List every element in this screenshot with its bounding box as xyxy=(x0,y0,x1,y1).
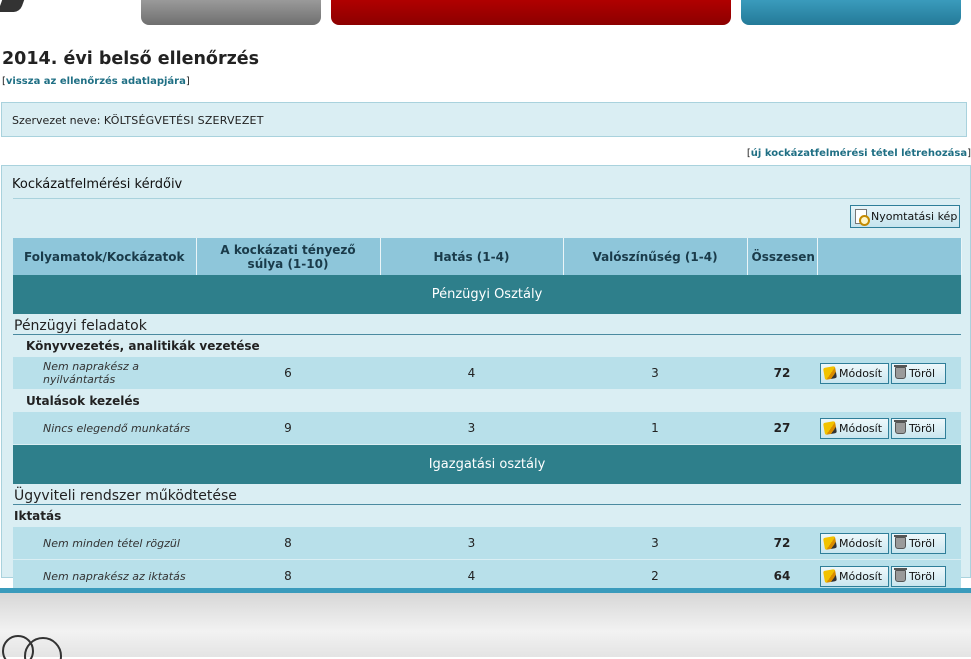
top-nav-tab-blue[interactable] xyxy=(741,0,961,25)
column-header-actions xyxy=(817,238,962,275)
page-title: 2014. évi belső ellenőrzés xyxy=(2,49,260,69)
impact-value: 3 xyxy=(380,527,563,560)
organization-label: Szervezet neve: xyxy=(12,114,101,127)
edit-button[interactable]: Módosít xyxy=(820,532,889,554)
edit-button[interactable]: Módosít xyxy=(820,362,889,384)
edit-button[interactable]: Módosít xyxy=(820,565,889,587)
process-group-name: Pénzügyi feladatok xyxy=(13,314,961,335)
process-group-row: Ügyviteli rendszer működtetése xyxy=(13,484,961,505)
new-risk-item-link[interactable]: új kockázatfelmérési tétel létrehozása xyxy=(751,148,967,159)
process-group-name: Ügyviteli rendszer működtetése xyxy=(13,484,961,505)
trash-icon xyxy=(894,420,907,434)
delete-label: Töröl xyxy=(909,421,936,435)
edit-label: Módosít xyxy=(839,569,883,583)
trash-icon xyxy=(894,535,907,549)
subprocess-name: Iktatás xyxy=(14,509,62,523)
top-nav-tab-gray[interactable] xyxy=(141,0,321,25)
weight-value: 6 xyxy=(196,357,380,390)
row-actions: Módosít Töröl xyxy=(817,357,961,390)
risk-name: Nem minden tétel rögzül xyxy=(13,527,196,560)
department-name: Pénzügyi Osztály xyxy=(13,275,961,314)
delete-button[interactable]: Töröl xyxy=(891,362,946,384)
panel-divider xyxy=(13,198,960,199)
risk-name: Nincs elegendő munkatárs xyxy=(13,412,196,445)
edit-button[interactable]: Módosít xyxy=(820,417,889,439)
risk-questionnaire-panel: Kockázatfelmérési kérdőiv Nyomtatási kép… xyxy=(1,165,971,593)
subprocess-name: Könyvvezetés, analitikák vezetése xyxy=(26,339,260,353)
column-header-weight[interactable]: A kockázati tényező súlya (1-10) xyxy=(196,238,381,275)
delete-label: Töröl xyxy=(909,569,936,583)
delete-button[interactable]: Töröl xyxy=(891,565,946,587)
column-header-impact[interactable]: Hatás (1-4) xyxy=(380,238,564,275)
risk-table: Folyamatok/Kockázatok A kockázati tényez… xyxy=(13,238,962,593)
department-name: Igazgatási osztály xyxy=(13,444,961,484)
footer xyxy=(0,593,971,659)
department-row: Pénzügyi Osztály xyxy=(13,275,961,314)
weight-value: 8 xyxy=(196,527,380,560)
edit-label: Módosít xyxy=(839,366,883,380)
total-value: 27 xyxy=(747,412,817,445)
delete-label: Töröl xyxy=(909,536,936,550)
pencil-icon xyxy=(823,569,837,583)
edit-label: Módosít xyxy=(839,421,883,435)
pencil-icon xyxy=(823,536,837,550)
column-header-processes[interactable]: Folyamatok/Kockázatok xyxy=(13,238,197,275)
row-actions: Módosít Töröl xyxy=(817,527,961,560)
pencil-icon xyxy=(823,421,837,435)
delete-button[interactable]: Töröl xyxy=(891,532,946,554)
back-link-wrapper: [vissza az ellenőrzés adatlapjára] xyxy=(2,76,190,87)
column-header-probability[interactable]: Valószínűség (1-4) xyxy=(563,238,748,275)
print-preview-icon xyxy=(855,209,870,226)
probability-value: 1 xyxy=(563,412,747,445)
probability-value: 3 xyxy=(563,527,747,560)
footer-logo xyxy=(2,629,62,659)
new-item-link-wrapper: [új kockázatfelmérési tétel létrehozása] xyxy=(746,148,971,159)
table-row: Nem naprakész a nyilvántartás 6 4 3 72 M… xyxy=(13,357,961,390)
department-row: Igazgatási osztály xyxy=(13,444,961,484)
subprocess-row: Könyvvezetés, analitikák vezetése xyxy=(13,335,961,358)
column-header-total[interactable]: Összesen xyxy=(747,238,818,275)
process-group-row: Pénzügyi feladatok xyxy=(13,314,961,335)
print-view-label: Nyomtatási kép xyxy=(871,210,958,223)
subprocess-name: Utalások kezelés xyxy=(26,394,140,408)
organization-box: Szervezet neve: KÖLTSÉGVETÉSI SZERVEZET xyxy=(1,102,967,137)
print-view-button[interactable]: Nyomtatási kép xyxy=(850,205,960,228)
impact-value: 3 xyxy=(380,412,563,445)
risk-name: Nem naprakész a nyilvántartás xyxy=(13,357,196,390)
table-row: Nem minden tétel rögzül 8 3 3 72 Módosít… xyxy=(13,527,961,560)
weight-value: 9 xyxy=(196,412,380,445)
delete-label: Töröl xyxy=(909,366,936,380)
organization-value: KÖLTSÉGVETÉSI SZERVEZET xyxy=(103,114,264,127)
subprocess-row: Iktatás xyxy=(13,505,961,528)
back-to-audit-link[interactable]: vissza az ellenőrzés adatlapjára xyxy=(6,76,186,87)
trash-icon xyxy=(894,568,907,582)
top-nav-tab-red[interactable] xyxy=(331,0,731,25)
total-value: 72 xyxy=(747,357,817,390)
trash-icon xyxy=(894,365,907,379)
row-actions: Módosít Töröl xyxy=(817,412,961,445)
brand-logo xyxy=(0,0,25,12)
edit-label: Módosít xyxy=(839,536,883,550)
subprocess-row: Utalások kezelés xyxy=(13,390,961,413)
panel-title: Kockázatfelmérési kérdőiv xyxy=(12,177,183,192)
table-row: Nincs elegendő munkatárs 9 3 1 27 Módosí… xyxy=(13,412,961,445)
delete-button[interactable]: Töröl xyxy=(891,417,946,439)
probability-value: 3 xyxy=(563,357,747,390)
table-header-row: Folyamatok/Kockázatok A kockázati tényez… xyxy=(13,238,962,275)
impact-value: 4 xyxy=(380,357,563,390)
total-value: 72 xyxy=(747,527,817,560)
pencil-icon xyxy=(823,366,837,380)
